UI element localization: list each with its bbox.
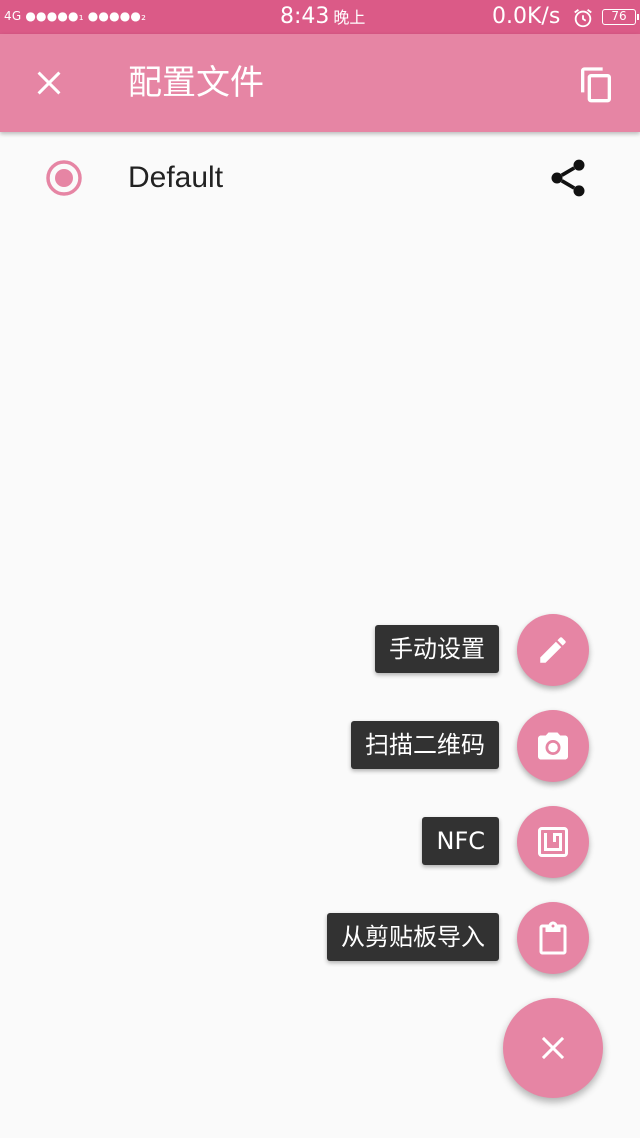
profile-name: Default — [128, 161, 224, 194]
battery-indicator: 76 — [602, 9, 639, 25]
close-button[interactable] — [28, 62, 70, 104]
fab-clipboard-button[interactable] — [517, 902, 589, 974]
radio-selected-icon[interactable] — [44, 158, 84, 198]
close-icon — [541, 1036, 565, 1060]
alarm-icon — [574, 9, 592, 28]
fab-main-close-button[interactable] — [503, 998, 603, 1098]
fab-label-nfc[interactable]: NFC — [422, 817, 499, 865]
fab-nfc-button[interactable] — [517, 806, 589, 878]
fab-label-clipboard[interactable]: 从剪贴板导入 — [327, 913, 499, 961]
signal-indicator: 4G ●●●●●₁ ●●●●●₂ — [4, 9, 147, 23]
close-icon — [37, 71, 61, 95]
page-title: 配置文件 — [128, 63, 264, 103]
fab-label-qrcode[interactable]: 扫描二维码 — [351, 721, 499, 769]
copy-button[interactable] — [574, 62, 618, 106]
fab-label-manual[interactable]: 手动设置 — [375, 625, 499, 673]
network-speed: 0.0K/s — [492, 4, 561, 29]
clock-time: 8:43 — [280, 4, 330, 29]
clipboard-icon — [539, 921, 567, 955]
profile-list-item[interactable]: Default — [0, 136, 640, 222]
nfc-icon — [538, 827, 568, 857]
share-icon[interactable] — [546, 156, 590, 200]
edit-icon — [540, 637, 566, 663]
copy-icon — [581, 67, 611, 103]
status-bar: 4G ●●●●●₁ ●●●●●₂ 8:43 晚上 0.0K/s 76 — [0, 0, 640, 34]
app-toolbar: 配置文件 — [0, 34, 640, 132]
clock: 8:43 晚上 — [280, 4, 365, 29]
camera-icon — [538, 732, 568, 760]
clock-suffix: 晚上 — [333, 8, 366, 27]
fab-manual-button[interactable] — [517, 614, 589, 686]
fab-qrcode-button[interactable] — [517, 710, 589, 782]
